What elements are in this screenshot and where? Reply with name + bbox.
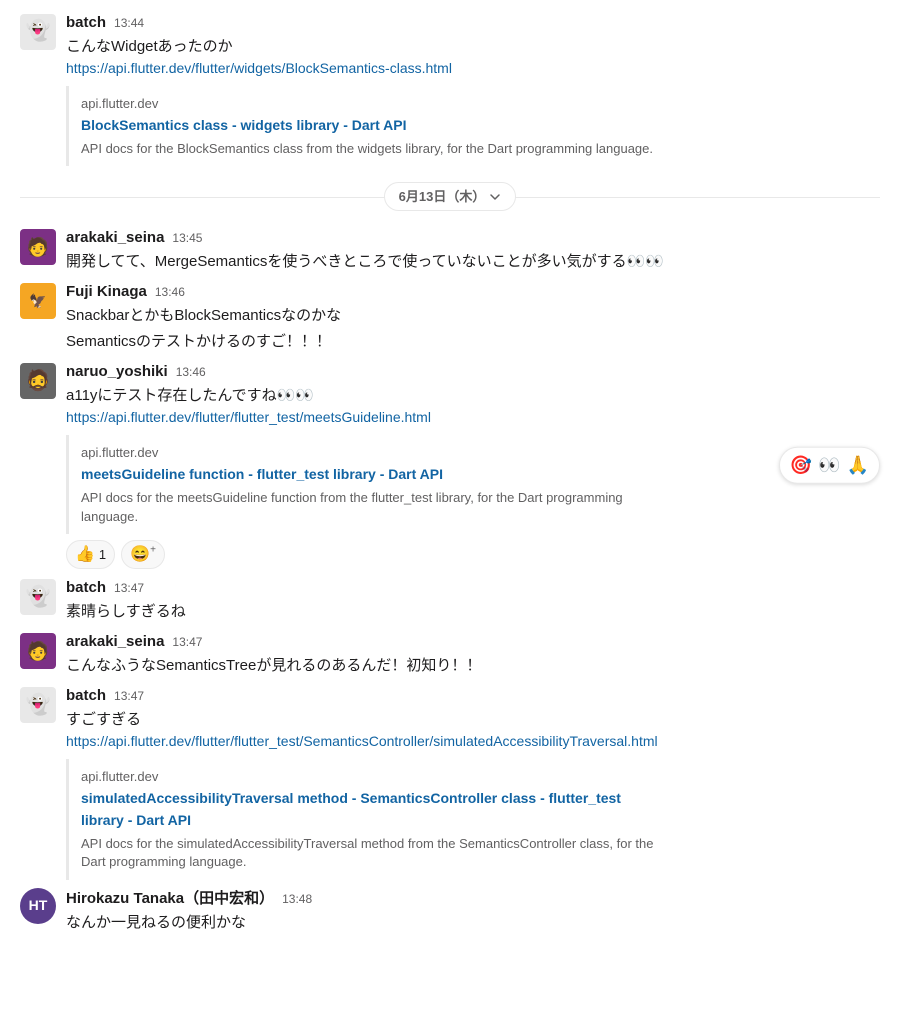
link-preview-desc: API docs for the simulatedAccessibilityT… [81,835,654,871]
timestamp: 13:47 [114,580,144,598]
message-content: arakaki_seina 13:45 開発してて、MergeSemantics… [66,227,880,273]
avatar-batch: 👻 [20,579,56,615]
message-text: 開発してて、MergeSemanticsを使うべきところで使っていないことが多い… [66,251,880,273]
avatar-batch: 👻 [20,14,56,50]
message-batch-1347a: 👻 batch 13:47 素晴らしすぎるね [0,573,900,627]
message-text-2: Semanticsのテストかけるのすご！！！ [66,331,880,353]
message-link[interactable]: https://api.flutter.dev/flutter/flutter_… [66,733,658,749]
timestamp: 13:45 [172,230,202,248]
message-content: Fuji Kinaga 13:46 SnackbarとかもBlockSemant… [66,281,880,353]
link-preview-desc: API docs for the BlockSemantics class fr… [81,140,654,158]
message-header: arakaki_seina 13:47 [66,631,880,653]
message-naruo-1346: 🧔 naruo_yoshiki 13:46 a11yにテスト存在したんですね👀👀… [0,357,900,573]
message-fuji-1346: 🦅 Fuji Kinaga 13:46 SnackbarとかもBlockSema… [0,277,900,357]
link-preview-domain: api.flutter.dev [81,443,654,462]
date-divider-label[interactable]: 6月13日（木） [384,182,517,211]
link-preview: api.flutter.dev meetsGuideline function … [66,435,666,533]
timestamp: 13:46 [155,284,185,302]
avatar-arakaki: 🧑 [20,633,56,669]
message-batch-1347b: 👻 batch 13:47 すごすぎる https://api.flutter.… [0,681,900,883]
avatar-arakaki: 🧑 [20,229,56,265]
chevron-down-icon [489,191,501,203]
message-header: arakaki_seina 13:45 [66,227,880,249]
avatar-naruo: 🧔 [20,363,56,399]
chat-container: 👻 batch 13:44 こんなWidgetあったのか https://api… [0,0,900,946]
timestamp: 13:47 [114,688,144,706]
date-divider-text: 6月13日（木） [399,187,486,206]
message-content: batch 13:44 こんなWidgetあったのか https://api.f… [66,12,880,166]
message-arakaki-1345: 🧑 arakaki_seina 13:45 開発してて、MergeSemanti… [0,223,900,277]
message-header: batch 13:47 [66,577,880,599]
avatar-batch: 👻 [20,687,56,723]
message-text: SnackbarとかもBlockSemanticsなのかな [66,305,880,327]
emoji-popup-eyes[interactable]: 👀 [818,452,840,478]
avatar-hirokazu: HT [20,888,56,924]
timestamp: 13:47 [172,634,202,652]
reaction-emoji: 👍 [75,543,95,566]
message-link[interactable]: https://api.flutter.dev/flutter/widgets/… [66,60,452,76]
message-header: Hirokazu Tanaka（田中宏和） 13:48 [66,888,880,910]
message-text: a11yにテスト存在したんですね👀👀 [66,385,880,407]
link-preview-domain: api.flutter.dev [81,94,654,113]
emoji-popup-bullseye[interactable]: 🎯 [790,452,812,478]
message-link[interactable]: https://api.flutter.dev/flutter/flutter_… [66,409,431,425]
sender-name: arakaki_seina [66,227,164,249]
link-preview-title[interactable]: meetsGuideline function - flutter_test l… [81,466,443,482]
message-text: こんなWidgetあったのか [66,36,880,58]
emoji-popup-pray[interactable]: 🙏 [847,452,869,478]
sender-name: arakaki_seina [66,631,164,653]
message-content: batch 13:47 素晴らしすぎるね [66,577,880,623]
sender-name: Fuji Kinaga [66,281,147,303]
reaction-add-button[interactable]: 😄+ [121,540,165,569]
message-content: Hirokazu Tanaka（田中宏和） 13:48 なんか一見ねるの便利かな [66,888,880,934]
message-header: naruo_yoshiki 13:46 [66,361,880,383]
message-content: naruo_yoshiki 13:46 a11yにテスト存在したんですね👀👀 h… [66,361,880,569]
emoji-popup: 🎯 👀 🙏 [779,447,880,483]
sender-name: batch [66,12,106,34]
message-text: すごすぎる [66,709,880,731]
link-preview-title[interactable]: simulatedAccessibilityTraversal method -… [81,790,621,828]
timestamp: 13:44 [114,15,144,33]
link-preview: api.flutter.dev BlockSemantics class - w… [66,86,666,166]
message-text: なんか一見ねるの便利かな [66,912,880,934]
message-batch-1344: 👻 batch 13:44 こんなWidgetあったのか https://api… [0,8,900,170]
sender-name: naruo_yoshiki [66,361,168,383]
avatar-fuji: 🦅 [20,283,56,319]
message-header: Fuji Kinaga 13:46 [66,281,880,303]
link-preview-domain: api.flutter.dev [81,767,654,786]
message-header: batch 13:47 [66,685,880,707]
message-arakaki-1347: 🧑 arakaki_seina 13:47 こんなふうなSemanticsTre… [0,627,900,681]
message-content: batch 13:47 すごすぎる https://api.flutter.de… [66,685,880,879]
reactions: 👍 1 😄+ [66,540,880,569]
message-content: arakaki_seina 13:47 こんなふうなSemanticsTreeが… [66,631,880,677]
sender-name: Hirokazu Tanaka（田中宏和） [66,888,274,910]
message-header: batch 13:44 [66,12,880,34]
link-preview: api.flutter.dev simulatedAccessibilityTr… [66,759,666,879]
link-preview-title[interactable]: BlockSemantics class - widgets library -… [81,117,407,133]
message-text: こんなふうなSemanticsTreeが見れるのあるんだ！初知り！！ [66,655,880,677]
message-hirokazu-1348: HT Hirokazu Tanaka（田中宏和） 13:48 なんか一見ねるの便… [0,884,900,938]
date-divider: 6月13日（木） [0,170,900,223]
link-preview-desc: API docs for the meetsGuideline function… [81,489,654,525]
timestamp: 13:48 [282,891,312,909]
reaction-count: 1 [99,545,106,564]
reaction-thumbsup[interactable]: 👍 1 [66,540,115,569]
timestamp: 13:46 [176,364,206,382]
sender-name: batch [66,685,106,707]
sender-name: batch [66,577,106,599]
message-text: 素晴らしすぎるね [66,601,880,623]
